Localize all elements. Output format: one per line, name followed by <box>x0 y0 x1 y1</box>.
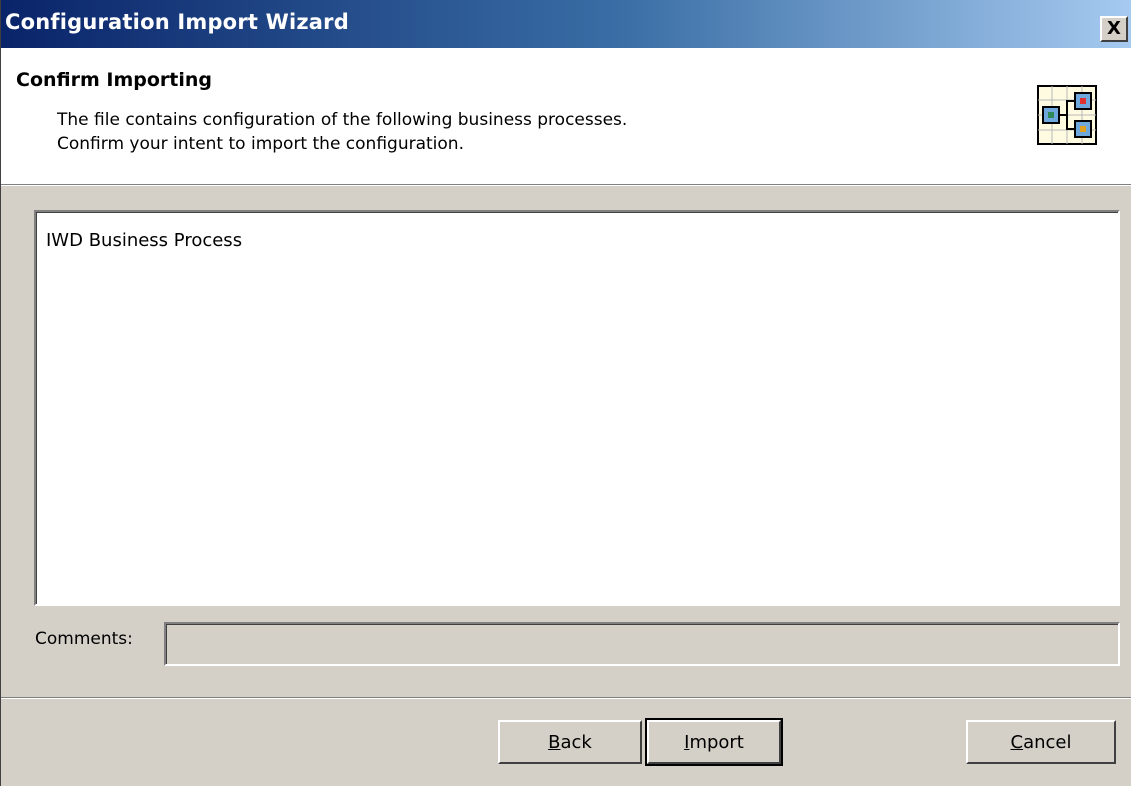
import-button[interactable]: Import <box>645 718 783 766</box>
window-title: Configuration Import Wizard <box>5 10 349 34</box>
import-wizard-dialog: Configuration Import Wizard X Confirm Im… <box>0 0 1131 786</box>
wizard-header: Confirm Importing The file contains conf… <box>1 48 1131 184</box>
title-bar[interactable]: Configuration Import Wizard X <box>1 0 1131 48</box>
close-button[interactable]: X <box>1100 16 1128 42</box>
cancel-button[interactable]: Cancel <box>966 720 1116 764</box>
description-line-2: Confirm your intent to import the config… <box>57 134 464 154</box>
close-icon: X <box>1107 18 1121 39</box>
comments-label: Comments: <box>35 629 133 649</box>
page-title: Confirm Importing <box>16 69 213 91</box>
business-process-icon <box>1037 85 1097 145</box>
page-description: The file contains configuration of the f… <box>57 108 627 156</box>
description-line-1: The file contains configuration of the f… <box>57 110 628 130</box>
header-divider <box>1 184 1131 186</box>
back-button[interactable]: Back <box>498 720 642 764</box>
list-item[interactable]: IWD Business Process <box>46 230 242 251</box>
business-process-list[interactable]: IWD Business Process <box>34 210 1120 606</box>
footer-divider <box>1 697 1131 699</box>
comments-field[interactable] <box>164 622 1120 666</box>
